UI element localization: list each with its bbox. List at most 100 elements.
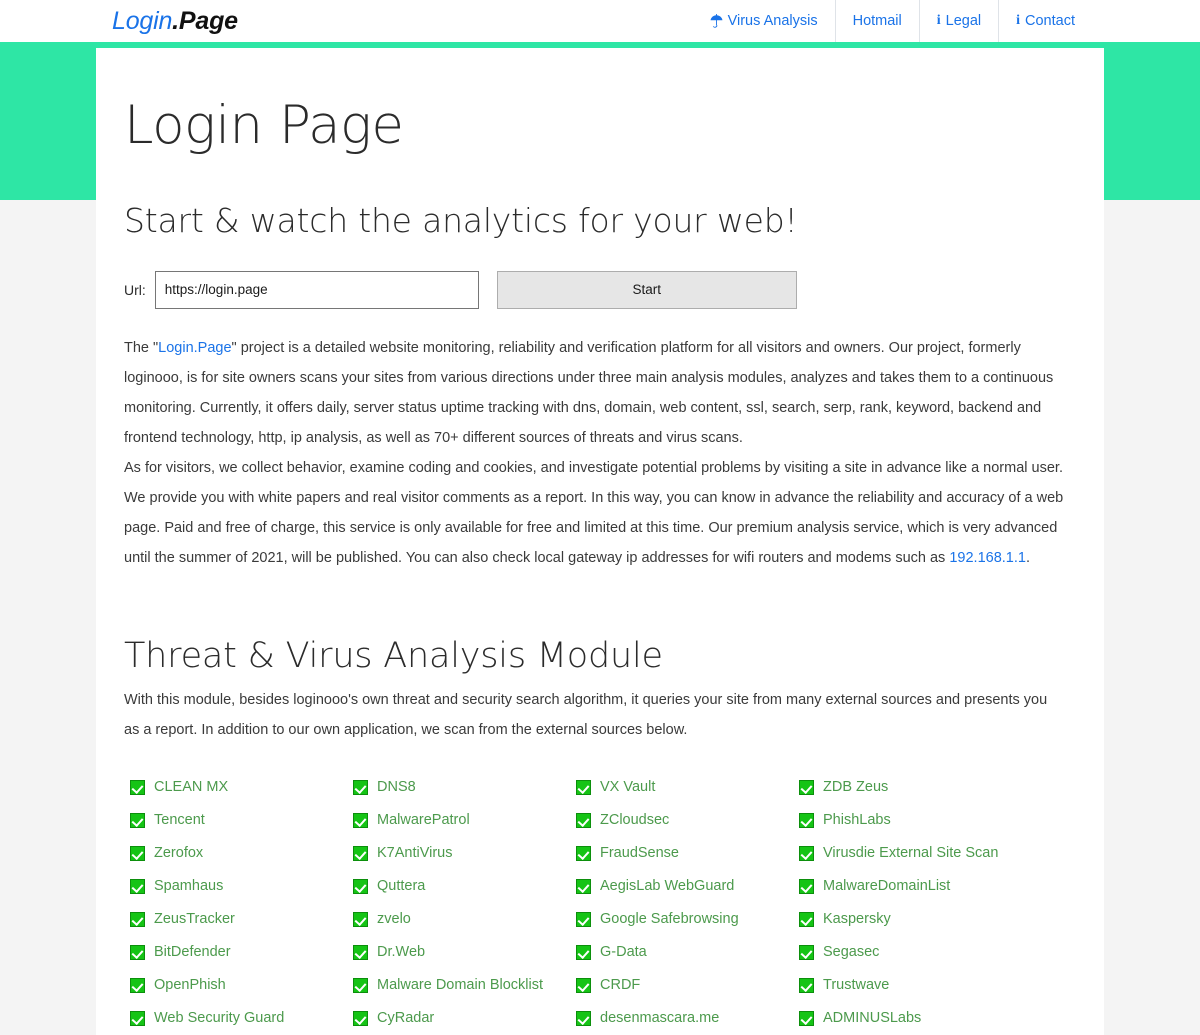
checkbox-checked-icon[interactable]	[130, 944, 145, 960]
checkbox-checked-icon[interactable]	[576, 779, 591, 795]
source-item[interactable]: DNS8	[353, 771, 576, 804]
source-item[interactable]: PhishLabs	[799, 804, 1076, 837]
site-logo[interactable]: Login.Page	[112, 6, 238, 35]
module-section-title: Threat & Virus Analysis Module	[124, 635, 663, 676]
source-label: ZCloudsec	[600, 811, 670, 828]
checkbox-checked-icon[interactable]	[353, 878, 368, 894]
checkbox-checked-icon[interactable]	[576, 944, 591, 960]
source-label: CyRadar	[377, 1009, 435, 1026]
checkbox-checked-icon[interactable]	[576, 977, 591, 993]
checkbox-checked-icon[interactable]	[799, 944, 814, 960]
checkbox-checked-icon[interactable]	[353, 977, 368, 993]
checkbox-checked-icon[interactable]	[799, 845, 814, 861]
source-label: K7AntiVirus	[377, 844, 453, 861]
source-item[interactable]: Zerofox	[130, 837, 353, 870]
umbrella-icon	[710, 13, 723, 29]
source-item[interactable]: Google Safebrowsing	[576, 903, 799, 936]
source-item[interactable]: OpenPhish	[130, 969, 353, 1002]
source-item[interactable]: K7AntiVirus	[353, 837, 576, 870]
start-button[interactable]: Start	[496, 270, 797, 309]
source-label: BitDefender	[154, 943, 231, 960]
source-item[interactable]: ZDB Zeus	[799, 771, 1076, 804]
checkbox-checked-icon[interactable]	[353, 812, 368, 828]
source-item[interactable]: ADMINUSLabs	[799, 1002, 1076, 1035]
content-card: Login Page Start & watch the analytics f…	[96, 48, 1104, 1035]
source-item[interactable]: desenmascara.me	[576, 1002, 799, 1035]
checkbox-checked-icon[interactable]	[130, 878, 145, 894]
checkbox-checked-icon[interactable]	[799, 812, 814, 828]
source-item[interactable]: Segasec	[799, 936, 1076, 969]
source-label: PhishLabs	[823, 811, 891, 828]
checkbox-checked-icon[interactable]	[576, 911, 591, 927]
source-label: Zerofox	[154, 844, 204, 861]
checkbox-checked-icon[interactable]	[799, 911, 814, 927]
checkbox-checked-icon[interactable]	[799, 977, 814, 993]
checkbox-checked-icon[interactable]	[576, 878, 591, 894]
source-item[interactable]: ZeusTracker	[130, 903, 353, 936]
source-item[interactable]: Trustwave	[799, 969, 1076, 1002]
intro-text-c: As for visitors, we collect behavior, ex…	[124, 459, 1064, 566]
nav-item-virus-analysis[interactable]: Virus Analysis	[693, 0, 835, 42]
source-item[interactable]: FraudSense	[576, 837, 799, 870]
checkbox-checked-icon[interactable]	[353, 845, 368, 861]
source-label: Malware Domain Blocklist	[377, 976, 543, 993]
checkbox-checked-icon[interactable]	[130, 911, 145, 927]
intro-text-b: " project is a detailed website monitori…	[124, 339, 1054, 446]
hero-subtitle: Start & watch the analytics for your web…	[124, 200, 798, 240]
checkbox-checked-icon[interactable]	[130, 812, 145, 828]
source-item[interactable]: Kaspersky	[799, 903, 1076, 936]
nav-item-label: Contact	[1025, 13, 1075, 29]
source-label: DNS8	[377, 778, 416, 795]
source-label: G-Data	[600, 943, 647, 960]
nav-item-label: Virus Analysis	[727, 13, 818, 29]
source-item[interactable]: ZCloudsec	[576, 804, 799, 837]
site-header: Login.Page Virus Analysis Hotmail i Lega…	[0, 0, 1200, 42]
login-page-link[interactable]: Login.Page	[158, 340, 231, 356]
checkbox-checked-icon[interactable]	[130, 779, 145, 795]
source-item[interactable]: VX Vault	[576, 771, 799, 804]
checkbox-checked-icon[interactable]	[353, 944, 368, 960]
checkbox-checked-icon[interactable]	[353, 1010, 368, 1026]
source-item[interactable]: Quttera	[353, 870, 576, 903]
source-label: AegisLab WebGuard	[600, 877, 735, 894]
source-item[interactable]: Web Security Guard	[130, 1002, 353, 1035]
source-item[interactable]: CRDF	[576, 969, 799, 1002]
source-item[interactable]: CyRadar	[353, 1002, 576, 1035]
nav-item-legal[interactable]: i Legal	[918, 0, 998, 42]
checkbox-checked-icon[interactable]	[130, 845, 145, 861]
source-label: CRDF	[600, 976, 641, 993]
source-item[interactable]: Malware Domain Blocklist	[353, 969, 576, 1002]
checkbox-checked-icon[interactable]	[799, 1010, 814, 1026]
checkbox-checked-icon[interactable]	[130, 977, 145, 993]
source-item[interactable]: Spamhaus	[130, 870, 353, 903]
checkbox-checked-icon[interactable]	[353, 911, 368, 927]
checkbox-checked-icon[interactable]	[799, 779, 814, 795]
source-item[interactable]: AegisLab WebGuard	[576, 870, 799, 903]
source-item[interactable]: MalwareDomainList	[799, 870, 1076, 903]
source-label: MalwareDomainList	[823, 877, 951, 894]
source-item[interactable]: MalwarePatrol	[353, 804, 576, 837]
source-item[interactable]: CLEAN MX	[130, 771, 353, 804]
source-item[interactable]: Virusdie External Site Scan	[799, 837, 1076, 870]
nav-item-contact[interactable]: i Contact	[998, 0, 1092, 42]
source-item[interactable]: zvelo	[353, 903, 576, 936]
checkbox-checked-icon[interactable]	[130, 1010, 145, 1026]
checkbox-checked-icon[interactable]	[576, 812, 591, 828]
checkbox-checked-icon[interactable]	[576, 845, 591, 861]
source-label: VX Vault	[600, 778, 656, 795]
checkbox-checked-icon[interactable]	[576, 1010, 591, 1026]
nav-item-hotmail[interactable]: Hotmail	[834, 0, 919, 42]
source-label: CLEAN MX	[154, 778, 229, 795]
source-item[interactable]: Tencent	[130, 804, 353, 837]
source-item[interactable]: Dr.Web	[353, 936, 576, 969]
source-label: Tencent	[154, 811, 205, 828]
source-item[interactable]: BitDefender	[130, 936, 353, 969]
gateway-ip-link[interactable]: 192.168.1.1	[949, 550, 1026, 566]
source-label: ADMINUSLabs	[823, 1009, 922, 1026]
url-input[interactable]	[154, 270, 479, 309]
checkbox-checked-icon[interactable]	[799, 878, 814, 894]
source-item[interactable]: G-Data	[576, 936, 799, 969]
source-label: MalwarePatrol	[377, 811, 470, 828]
logo-primary-text: Login	[112, 6, 173, 35]
checkbox-checked-icon[interactable]	[353, 779, 368, 795]
